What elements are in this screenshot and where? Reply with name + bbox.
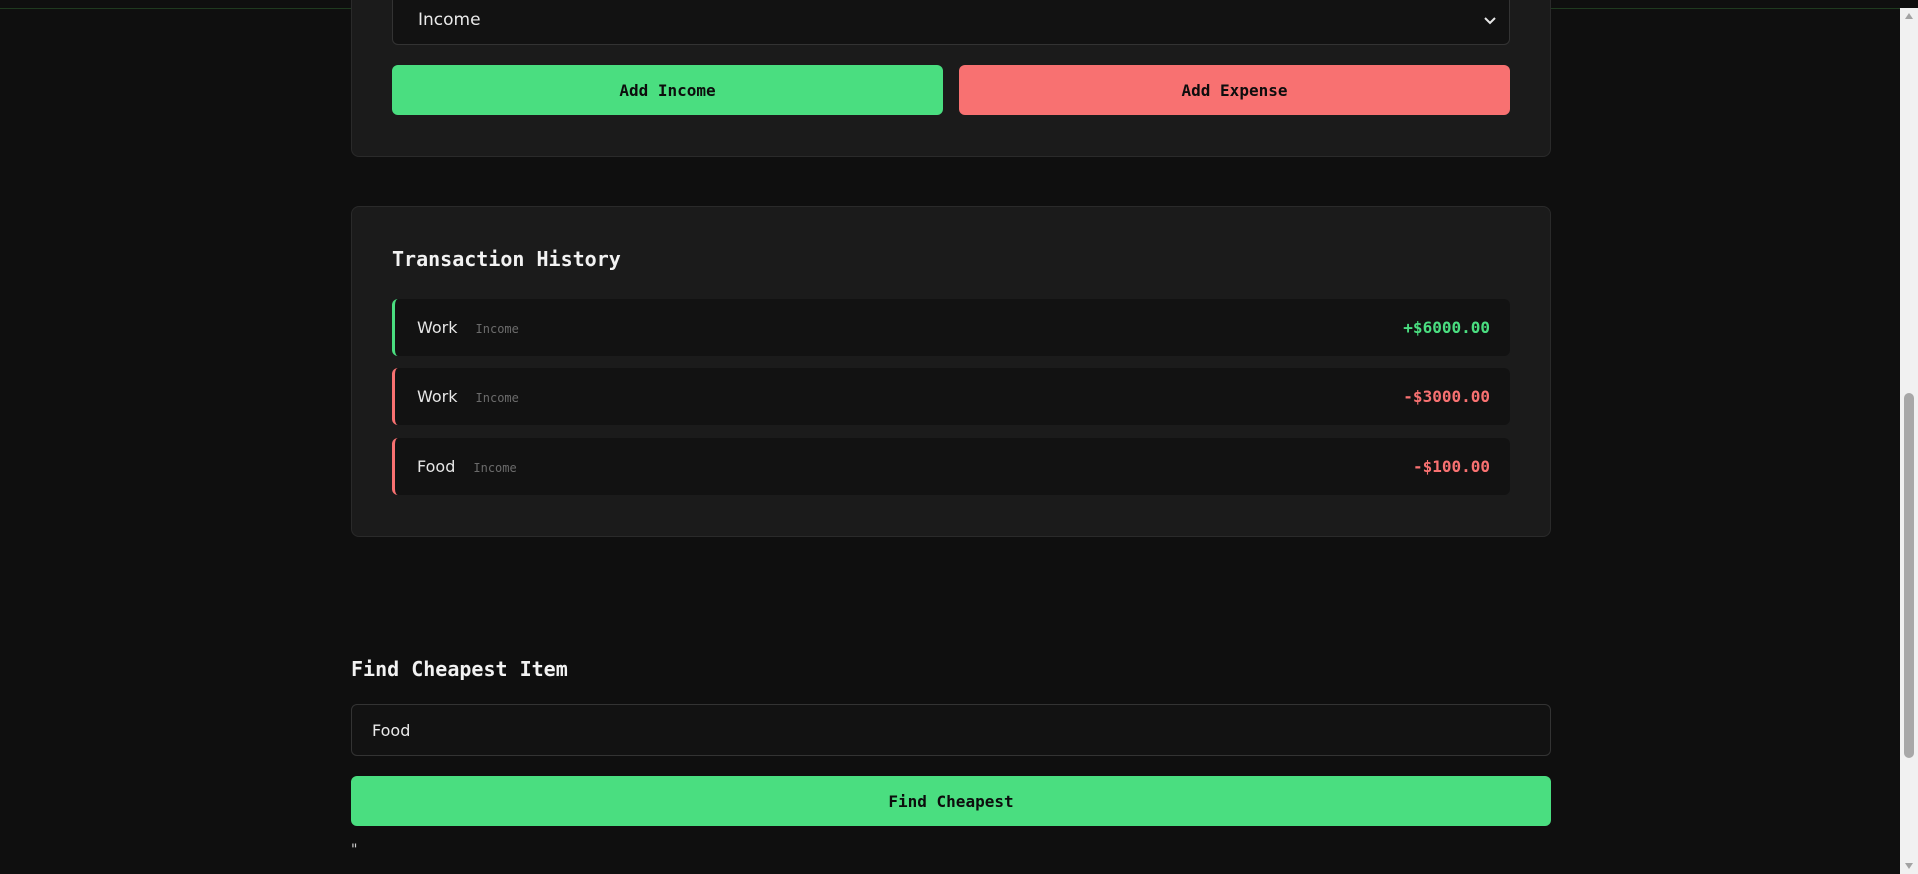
transaction-history-title: Transaction History [392,247,621,271]
transaction-row: Work Income +$6000.00 [392,299,1510,356]
category-select[interactable]: Income [392,0,1510,45]
category-select-value: Income [418,10,481,30]
transaction-type: Income [475,322,519,336]
transaction-name: Food [417,457,456,476]
triangle-down-icon[interactable] [1900,858,1918,874]
find-cheapest-title: Find Cheapest Item [351,657,568,681]
transaction-row: Food Income -$100.00 [392,438,1510,495]
transaction-amount: -$3000.00 [1403,387,1490,406]
find-cheapest-input[interactable]: Food [351,704,1551,756]
add-expense-button[interactable]: Add Expense [959,65,1510,115]
page-scrollbar[interactable] [1900,8,1918,874]
transaction-amount: +$6000.00 [1403,318,1490,337]
transaction-row: Work Income -$3000.00 [392,368,1510,425]
find-cheapest-button[interactable]: Find Cheapest [351,776,1551,826]
transaction-name: Work [417,387,458,406]
scrollbar-thumb[interactable] [1904,393,1914,758]
transaction-history-card: Transaction History Work Income +$6000.0… [351,206,1551,537]
triangle-up-icon[interactable] [1900,8,1918,24]
find-result-text: " [351,842,358,858]
transaction-form-card: Income Add Income Add Expense [351,0,1551,157]
transaction-type: Income [475,391,519,405]
chevron-down-icon [1484,17,1496,25]
transaction-amount: -$100.00 [1412,457,1490,476]
find-cheapest-input-value: Food [372,720,411,740]
add-income-button[interactable]: Add Income [392,65,943,115]
transaction-type: Income [473,461,517,475]
transaction-name: Work [417,318,458,337]
